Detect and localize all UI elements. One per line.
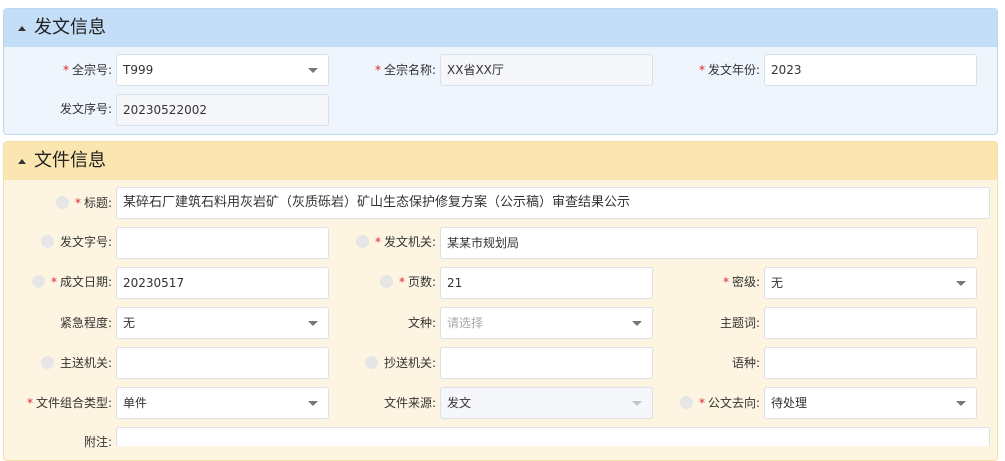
- chevron-down-icon: [632, 401, 642, 406]
- main-recipient-label: 主送机关:: [40, 355, 112, 371]
- created-date-input[interactable]: 20230517: [116, 267, 329, 299]
- chevron-down-icon: [956, 281, 966, 286]
- doc-type-label: 文种:: [407, 316, 436, 330]
- source-select[interactable]: 发文: [440, 387, 653, 419]
- combo-type-label: * 文件组合类型:: [26, 396, 112, 410]
- combo-type-select[interactable]: 单件: [116, 387, 329, 419]
- chevron-down-icon: [308, 401, 318, 406]
- help-icon[interactable]: [40, 356, 54, 369]
- help-icon[interactable]: [55, 196, 69, 209]
- file-info-title: 文件信息: [34, 150, 106, 171]
- pages-input[interactable]: 21: [440, 267, 653, 299]
- created-date-label: * 成文日期:: [31, 274, 112, 290]
- help-icon[interactable]: [40, 235, 54, 248]
- main-recipient-input[interactable]: [116, 347, 329, 379]
- help-icon[interactable]: [379, 275, 393, 288]
- file-info-header[interactable]: 文件信息: [4, 142, 997, 180]
- chevron-down-icon: [632, 321, 642, 326]
- keywords-label: 主题词:: [719, 316, 760, 330]
- issue-info-header[interactable]: 发文信息: [4, 9, 997, 47]
- title-input[interactable]: 某碎石厂建筑石料用灰岩矿（灰质砾岩）矿山生态保护修复方案（公示稿）审查结果公示: [116, 187, 990, 219]
- pages-label: * 页数:: [379, 274, 436, 290]
- fonds-name-label: * 全宗名称:: [374, 63, 436, 77]
- language-input[interactable]: [764, 347, 977, 379]
- cc-recipient-input[interactable]: [440, 347, 653, 379]
- chevron-down-icon: [308, 321, 318, 326]
- chevron-down-icon: [308, 68, 318, 73]
- issue-serial-label: 发文序号:: [59, 102, 112, 116]
- doc-number-label: 发文字号:: [40, 234, 112, 250]
- title-label: * 标题:: [55, 195, 112, 211]
- collapse-caret-icon[interactable]: [18, 159, 26, 164]
- doc-type-select[interactable]: 请选择: [440, 307, 653, 339]
- fonds-code-select[interactable]: T999: [116, 54, 329, 86]
- help-icon[interactable]: [355, 235, 369, 248]
- urgency-label: 紧急程度:: [59, 316, 112, 330]
- issue-year-label: * 发文年份:: [698, 63, 760, 77]
- direction-select[interactable]: 待处理: [764, 387, 977, 419]
- attachment-textarea[interactable]: [116, 427, 990, 446]
- fonds-code-label: * 全宗号:: [62, 63, 112, 77]
- issue-serial-field[interactable]: 20230522002: [116, 94, 329, 126]
- issue-info-title: 发文信息: [34, 17, 106, 38]
- secrecy-label: * 密级:: [722, 275, 760, 289]
- issuing-org-input[interactable]: 某某市规划局: [440, 227, 978, 259]
- keywords-input[interactable]: [764, 307, 977, 339]
- language-label: 语种:: [731, 356, 760, 370]
- help-icon[interactable]: [679, 396, 693, 409]
- cc-recipient-label: 抄送机关:: [364, 355, 436, 371]
- help-icon[interactable]: [31, 275, 45, 288]
- issue-year-input[interactable]: 2023: [764, 54, 977, 86]
- help-icon[interactable]: [364, 356, 378, 369]
- source-label: 文件来源:: [383, 396, 436, 410]
- secrecy-select[interactable]: 无: [764, 267, 977, 299]
- attachment-label: 附注:: [83, 435, 112, 449]
- chevron-down-icon: [956, 401, 966, 406]
- doc-number-input[interactable]: [116, 227, 329, 259]
- fonds-name-field[interactable]: XX省XX厅: [440, 54, 653, 86]
- urgency-select[interactable]: 无: [116, 307, 329, 339]
- direction-label: * 公文去向:: [679, 395, 760, 411]
- issuing-org-label: * 发文机关:: [355, 234, 436, 250]
- collapse-caret-icon[interactable]: [18, 26, 26, 31]
